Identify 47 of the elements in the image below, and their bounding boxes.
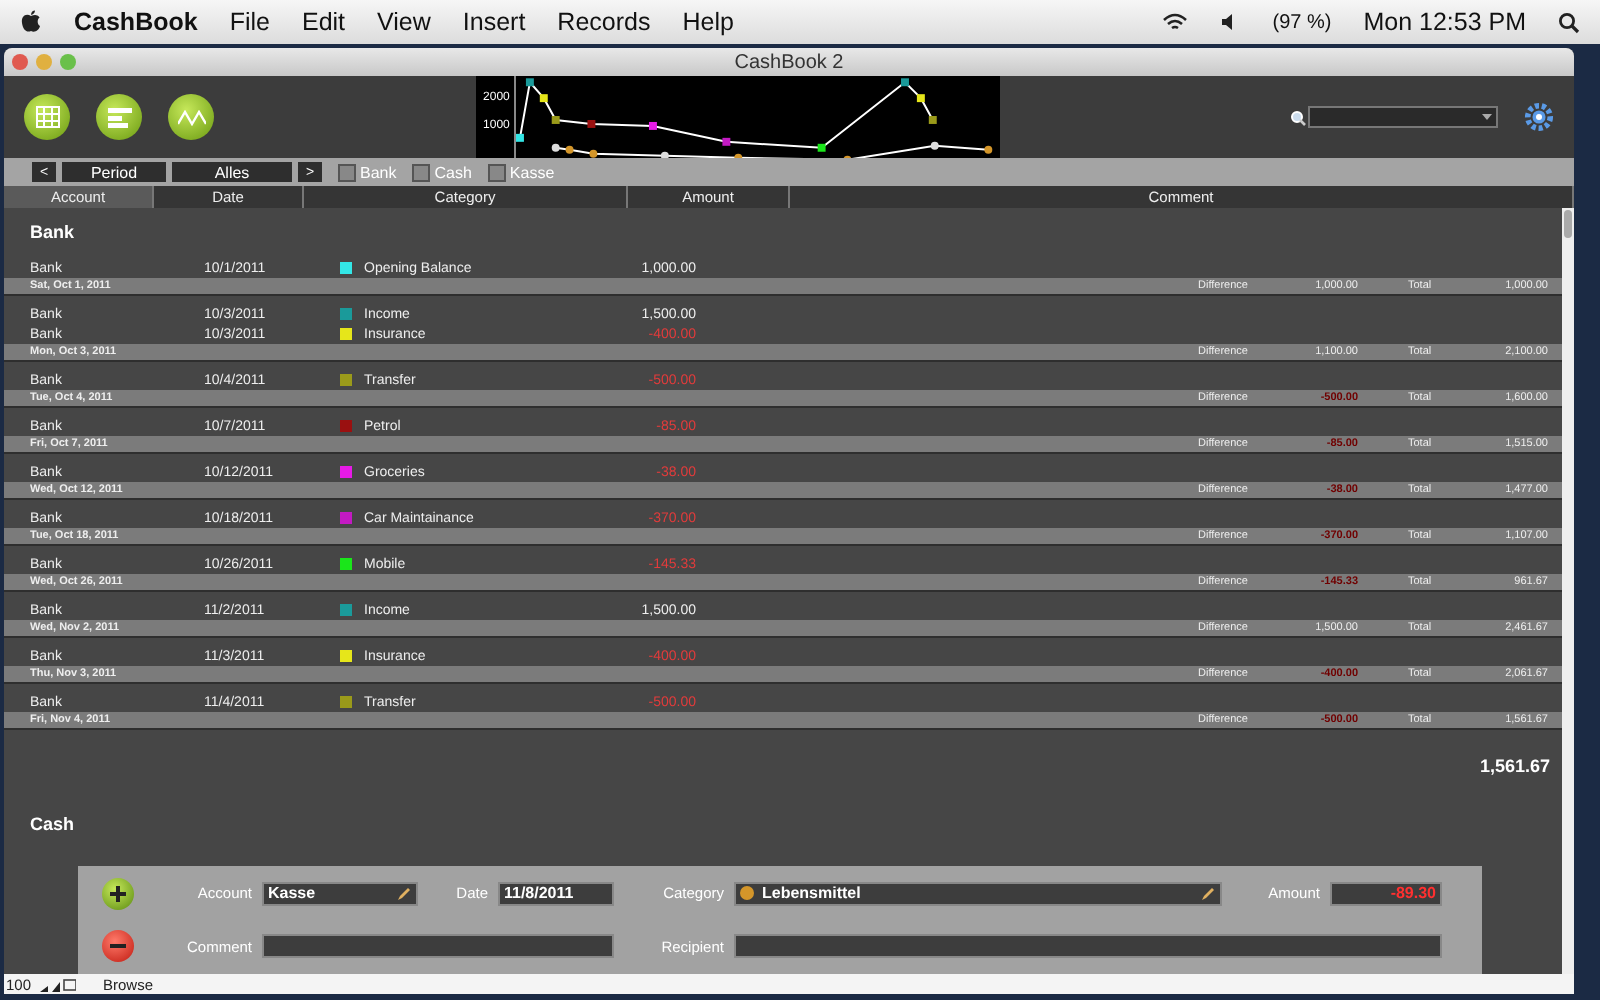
checkbox[interactable] bbox=[338, 163, 356, 181]
category-field[interactable]: Lebensmittel bbox=[734, 881, 1222, 906]
close-button[interactable] bbox=[12, 54, 28, 70]
table-view-button[interactable] bbox=[24, 94, 70, 140]
menu-item[interactable]: View bbox=[377, 8, 431, 36]
search-icon bbox=[1290, 109, 1306, 125]
wifi-icon[interactable] bbox=[1162, 12, 1189, 32]
checkbox-label: Bank bbox=[360, 163, 397, 181]
remove-button[interactable] bbox=[102, 930, 134, 963]
date-field[interactable]: 11/8/2011 bbox=[498, 881, 614, 906]
menu-item[interactable]: Edit bbox=[301, 8, 346, 36]
checkbox[interactable] bbox=[412, 163, 431, 181]
checkbox[interactable] bbox=[487, 163, 506, 181]
table-icon bbox=[35, 106, 59, 128]
apple-logo-icon[interactable] bbox=[20, 10, 42, 34]
search-icon[interactable] bbox=[1558, 11, 1580, 33]
window-title: CashBook 2 bbox=[732, 51, 846, 73]
section-title: Bank bbox=[28, 220, 77, 246]
list-view-button[interactable] bbox=[96, 94, 142, 140]
battery-status[interactable]: (97 %) bbox=[1272, 11, 1332, 33]
search-combo-box[interactable] bbox=[1308, 106, 1498, 128]
plus-icon bbox=[110, 885, 126, 902]
zoom-icon[interactable] bbox=[39, 977, 76, 991]
settings-icon[interactable] bbox=[1524, 102, 1554, 132]
menu-clock[interactable]: Mon 12:53 PM bbox=[1363, 8, 1526, 36]
period-label: Period bbox=[62, 162, 166, 182]
pencil-icon[interactable] bbox=[1200, 885, 1216, 902]
menu-item[interactable]: Records bbox=[557, 8, 651, 36]
checkbox-label: Kasse bbox=[509, 163, 555, 181]
section-title: Cash bbox=[28, 812, 77, 838]
wave-icon bbox=[177, 109, 205, 125]
scrollbar-thumb[interactable] bbox=[1564, 210, 1572, 238]
list-icon bbox=[107, 107, 131, 127]
comment-field[interactable] bbox=[262, 934, 614, 959]
balance-total: 1,561.67 bbox=[1477, 754, 1552, 780]
minus-icon bbox=[110, 944, 126, 949]
period-selector[interactable]: Alles bbox=[172, 162, 292, 182]
pencil-icon[interactable] bbox=[396, 885, 412, 902]
recipient-field[interactable] bbox=[734, 934, 1442, 959]
menu-item[interactable]: Help bbox=[682, 8, 734, 36]
account-field[interactable]: Kasse bbox=[262, 881, 418, 906]
chart-view-button[interactable] bbox=[168, 94, 214, 140]
add-button[interactable] bbox=[102, 877, 134, 910]
app-menu[interactable]: CashBook bbox=[74, 8, 198, 36]
checkbox-label: Cash bbox=[434, 163, 472, 181]
menu-item[interactable]: File bbox=[229, 8, 270, 36]
menu-item[interactable]: Insert bbox=[462, 8, 526, 36]
